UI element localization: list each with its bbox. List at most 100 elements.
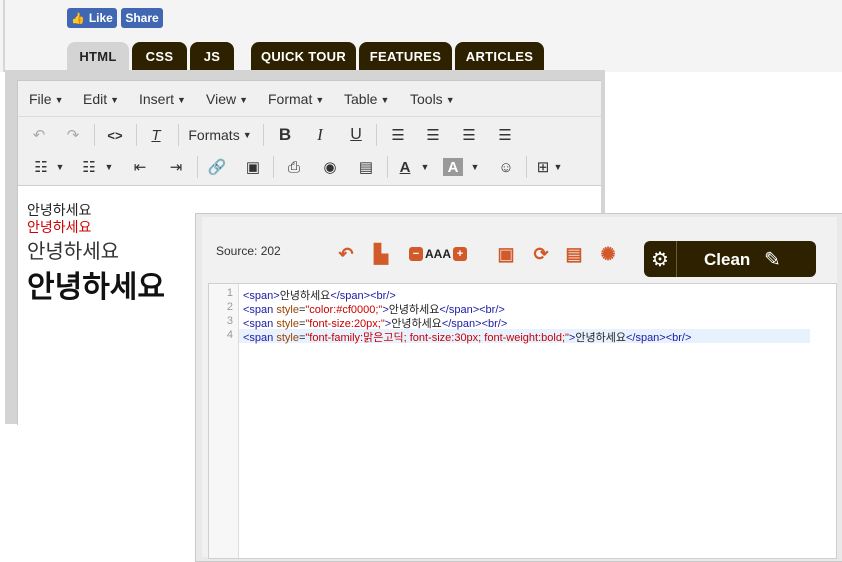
editor-menubar: File ▼ Edit ▼ Insert ▼ View ▼ Format ▼ Table ▼… [18, 81, 601, 117]
print-icon[interactable]: ⎙ [283, 155, 305, 179]
new-document-icon[interactable]: ▙ [370, 243, 392, 265]
source-count: Source: 202 [216, 244, 281, 258]
editor-toolbar-row2: ☷ ▼ ☷ ▼ ⇤ ⇥ 🔗 ▣ ⎙ ◉ ▤ A ▼ A ▼ ☺ ⊞ ▼ [18, 149, 601, 185]
indent-icon[interactable]: ⇥ [165, 155, 187, 179]
toolbar-divider [94, 124, 95, 146]
gear-icon[interactable]: ⚙ [644, 241, 677, 277]
code-tag: </span><br/> [625, 332, 692, 344]
palette-icon[interactable]: ✺ [597, 243, 619, 265]
italic-icon[interactable]: I [309, 123, 331, 147]
preview-eye-icon[interactable]: ◉ [319, 155, 341, 179]
background-color-icon[interactable]: A [443, 158, 463, 176]
caret-down-icon[interactable]: ▼ [103, 155, 115, 179]
code-line: <span style="font-family:맑은고딕; font-size… [243, 329, 691, 345]
line-gutter: 1 2 3 4 [209, 284, 239, 558]
tab-features[interactable]: FEATURES [359, 42, 452, 70]
clipboard-icon[interactable]: ▤ [563, 243, 585, 265]
caret-down-icon: ▼ [445, 95, 455, 105]
editor-toolbar-row1: ↶ ↷ <> T Formats ▼ B I U ☰ ☰ ☰ ☰ [18, 117, 601, 153]
align-left-icon[interactable]: ☰ [387, 123, 409, 147]
caret-down-icon: ▼ [242, 130, 252, 140]
menu-tools-label: Tools [410, 91, 443, 107]
line-number: 4 [226, 329, 233, 341]
caret-down-icon[interactable]: ▼ [552, 155, 564, 179]
clean-button[interactable]: ⚙ Clean ✎ [644, 241, 816, 277]
line-number: 2 [226, 301, 233, 313]
align-right-icon[interactable]: ☰ [458, 123, 480, 147]
bold-icon[interactable]: B [274, 123, 296, 147]
caret-down-icon: ▼ [177, 95, 186, 105]
bullet-list-icon[interactable]: ☷ [30, 155, 52, 179]
code-value: "font-family:맑은고딕; font-size:30px; font-… [305, 332, 569, 344]
menu-file-label: File [29, 91, 52, 107]
tab-html[interactable]: HTML [67, 42, 129, 70]
caret-down-icon[interactable]: ▼ [54, 155, 66, 179]
numbered-list-icon[interactable]: ☷ [78, 155, 100, 179]
code-editor[interactable]: 1 2 3 4 <span>안녕하세요</span><br/> <span st… [208, 283, 837, 559]
menu-format[interactable]: Format ▼ [268, 91, 324, 107]
tab-js-label: JS [203, 48, 221, 64]
menu-table[interactable]: Table ▼ [344, 91, 389, 107]
tab-css-label: CSS [145, 48, 174, 64]
caret-down-icon[interactable]: ▼ [469, 155, 481, 179]
source-code-icon[interactable]: <> [103, 123, 127, 147]
menu-view-label: View [206, 91, 237, 107]
font-size-control[interactable]: − AAA + [408, 243, 468, 265]
tab-js[interactable]: JS [190, 42, 234, 70]
code-tag: <span [243, 332, 277, 344]
content-line-20px: 안녕하세요 [27, 241, 119, 263]
formats-dropdown[interactable]: Formats ▼ [187, 123, 253, 147]
toolbar-divider [273, 156, 274, 178]
undo-icon[interactable]: ↶ [28, 123, 50, 147]
align-center-icon[interactable]: ☰ [422, 123, 444, 147]
tab-quick-tour[interactable]: QUICK TOUR [251, 42, 356, 70]
toolbar-divider [387, 156, 388, 178]
wrap-icon[interactable]: ▣ [495, 243, 517, 265]
menu-insert[interactable]: Insert ▼ [139, 91, 186, 107]
outdent-icon[interactable]: ⇤ [129, 155, 151, 179]
toolbar-divider [136, 124, 137, 146]
menu-view[interactable]: View ▼ [206, 91, 248, 107]
caret-down-icon[interactable]: ▼ [419, 155, 431, 179]
menu-format-label: Format [268, 91, 313, 107]
line-number: 3 [226, 315, 233, 327]
toolbar-divider [376, 124, 377, 146]
menu-tools[interactable]: Tools ▼ [410, 91, 455, 107]
decrease-font-icon[interactable]: − [409, 247, 423, 261]
line-number: 1 [226, 287, 233, 299]
table-icon[interactable]: ⊞ [532, 155, 554, 179]
tab-features-label: FEATURES [369, 48, 442, 64]
redo-icon[interactable]: ↷ [62, 123, 84, 147]
tab-articles[interactable]: ARTICLES [455, 42, 544, 70]
toolbar-divider [178, 124, 179, 146]
underline-icon[interactable]: U [345, 123, 367, 147]
formats-label: Formats [188, 127, 240, 143]
left-border [3, 0, 5, 72]
menu-file[interactable]: File ▼ [29, 91, 63, 107]
menu-edit[interactable]: Edit ▼ [83, 91, 119, 107]
align-justify-icon[interactable]: ☰ [494, 123, 516, 147]
menu-table-label: Table [344, 91, 378, 107]
clear-formatting-icon[interactable]: T [145, 123, 167, 147]
link-icon[interactable]: 🔗 [206, 155, 228, 179]
share-label: Share [125, 11, 159, 25]
media-icon[interactable]: ▤ [355, 155, 377, 179]
like-label: Like [88, 11, 113, 25]
text-color-icon[interactable]: A [395, 155, 415, 179]
tab-css[interactable]: CSS [132, 42, 187, 70]
emoticons-icon[interactable]: ☺ [495, 155, 517, 179]
undo-icon[interactable]: ↶ [335, 243, 357, 265]
font-size-label: AAA [425, 247, 451, 261]
refresh-icon[interactable]: ⟳ [530, 243, 552, 265]
image-icon[interactable]: ▣ [242, 155, 264, 179]
facebook-share-button[interactable]: Share [121, 8, 163, 28]
caret-down-icon: ▼ [380, 95, 390, 105]
facebook-like-button[interactable]: 👍 Like [67, 8, 117, 28]
thumbs-up-icon: 👍 [71, 12, 85, 25]
caret-down-icon: ▼ [54, 95, 64, 105]
content-line-30px-bold: 안녕하세요 [27, 271, 165, 304]
toolbar-divider [263, 124, 264, 146]
broom-icon: ✎ [764, 249, 781, 271]
toolbar-divider [526, 156, 527, 178]
increase-font-icon[interactable]: + [453, 247, 467, 261]
